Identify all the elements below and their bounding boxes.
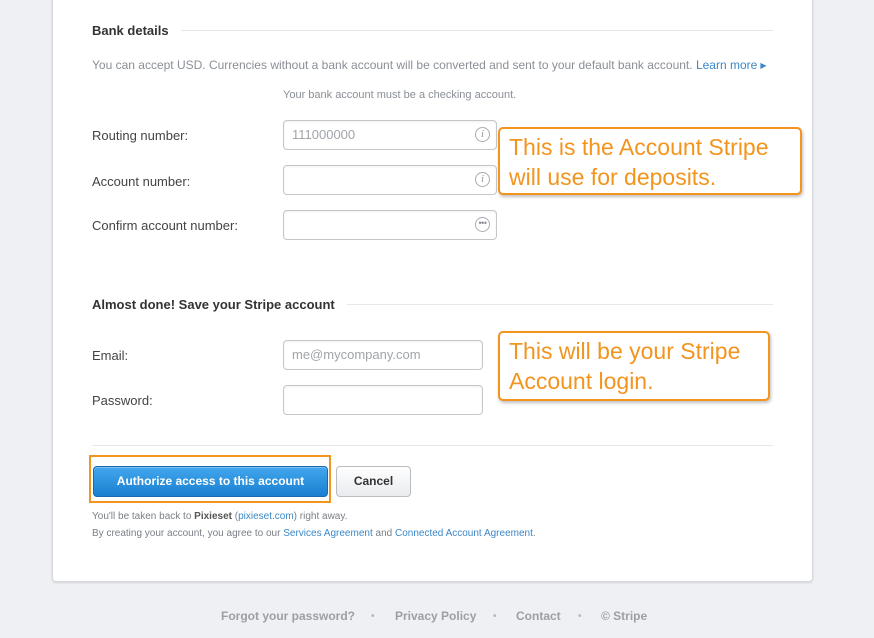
redirect-suffix: right away. (299, 511, 348, 522)
account-callout-line-2: will use for deposits. (509, 164, 717, 190)
info-icon[interactable]: i (475, 127, 490, 142)
account-callout: This is the Account Stripe will use for … (498, 127, 802, 195)
app-url-link[interactable]: pixieset.com (238, 511, 294, 522)
authorize-button[interactable]: Authorize access to this account (93, 466, 328, 497)
account-number-input[interactable]: i (283, 165, 497, 195)
redirect-note: You'll be taken back to Pixieset (pixies… (92, 511, 348, 522)
agreement-note: By creating your account, you agree to o… (92, 528, 536, 539)
ellipsis-icon[interactable]: ••• (475, 217, 490, 232)
checking-hint: Your bank account must be a checking acc… (283, 89, 517, 101)
account-label: Account number: (92, 174, 191, 189)
account-callout-line-1: This is the Account Stripe (509, 134, 769, 160)
login-callout-line-2: Account login. (509, 368, 654, 394)
redirect-prefix: You'll be taken back to (92, 511, 192, 522)
agreement-prefix: By creating your account, you agree to o… (92, 528, 281, 539)
agreement-and: and (375, 528, 393, 539)
currency-info: You can accept USD. Currencies without a… (92, 58, 766, 72)
email-field[interactable]: me@mycompany.com (283, 340, 483, 370)
copyright-text: © Stripe (601, 609, 648, 623)
actions-divider (92, 445, 773, 446)
forgot-password-link[interactable]: Forgot your password? (221, 609, 355, 623)
login-callout-line-1: This will be your Stripe (509, 338, 741, 364)
footer-separator: • (578, 611, 582, 622)
learn-more-link[interactable]: Learn more (696, 58, 757, 72)
bank-details-title: Bank details (92, 23, 169, 38)
login-callout: This will be your Stripe Account login. (498, 331, 770, 401)
section-divider (180, 30, 773, 31)
confirm-account-label: Confirm account number: (92, 218, 238, 233)
footer: Forgot your password? • Privacy Policy •… (0, 609, 874, 623)
save-account-header: Almost done! Save your Stripe account (92, 297, 773, 312)
routing-placeholder: 111000000 (292, 127, 356, 142)
connected-account-agreement-link[interactable]: Connected Account Agreement (395, 528, 533, 539)
caret-right-icon: ▶ (760, 61, 767, 70)
info-icon[interactable]: i (475, 172, 490, 187)
bank-details-header: Bank details (92, 23, 773, 38)
password-field[interactable] (283, 385, 483, 415)
password-label: Password: (92, 393, 153, 408)
section-divider (346, 304, 773, 305)
services-agreement-link[interactable]: Services Agreement (283, 528, 373, 539)
cancel-button[interactable]: Cancel (336, 466, 411, 497)
footer-separator: • (371, 611, 375, 622)
save-account-title: Almost done! Save your Stripe account (92, 297, 335, 312)
routing-number-input[interactable]: 111000000 i (283, 120, 497, 150)
app-name: Pixieset (194, 511, 232, 522)
email-label: Email: (92, 348, 129, 363)
footer-separator: • (493, 611, 497, 622)
contact-link[interactable]: Contact (516, 609, 561, 623)
privacy-policy-link[interactable]: Privacy Policy (395, 609, 476, 623)
routing-label: Routing number: (92, 128, 189, 143)
email-placeholder: me@mycompany.com (292, 347, 421, 362)
confirm-account-input[interactable]: ••• (283, 210, 497, 240)
currency-info-text: You can accept USD. Currencies without a… (92, 58, 693, 72)
